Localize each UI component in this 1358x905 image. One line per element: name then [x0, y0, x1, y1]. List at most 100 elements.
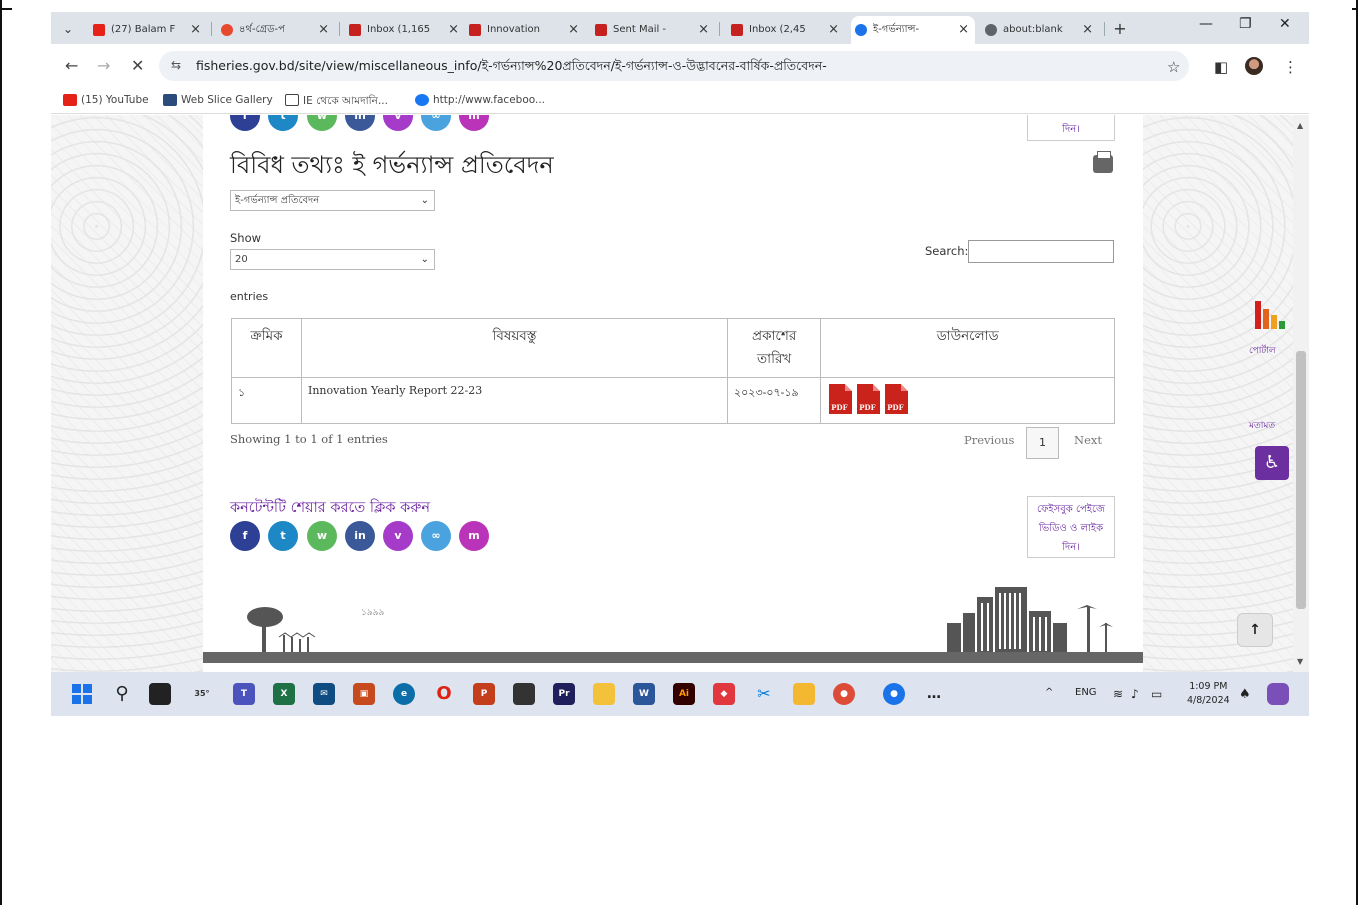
teams-icon[interactable]: T	[233, 683, 255, 705]
page-1-button[interactable]: 1	[1026, 427, 1059, 459]
bookmark-facebook[interactable]: http://www.faceboo...	[415, 94, 545, 106]
column-header-download[interactable]: ডাউনলোড	[820, 318, 1115, 378]
feedback-box[interactable]: ফেইসবুক পেইজে ভিডিও ও লাইক দিন।	[1027, 496, 1115, 558]
tab-egovernance-active[interactable]: ই-গর্ভন্যান্স- ×	[851, 16, 975, 44]
share-messenger-icon[interactable]: m	[459, 115, 489, 131]
close-tab-icon[interactable]: ×	[568, 16, 579, 44]
bookmark-youtube[interactable]: (15) YouTube	[63, 94, 149, 106]
share-facebook-icon[interactable]: f	[230, 115, 260, 131]
edge-icon[interactable]: e	[393, 683, 415, 705]
illustrator-icon[interactable]: Ai	[673, 683, 695, 705]
share-facebook-icon[interactable]: f	[230, 521, 260, 551]
category-select[interactable]: ই-গর্ভন্যান্স প্রতিবেদন ⌄	[230, 190, 435, 211]
tab-sent-mail[interactable]: Sent Mail - ×	[591, 16, 715, 44]
mail-icon[interactable]: ✉	[313, 683, 335, 705]
file-explorer-icon[interactable]	[793, 683, 815, 705]
close-tab-icon[interactable]: ×	[828, 16, 839, 44]
scrollbar-thumb[interactable]	[1296, 351, 1306, 609]
side-panel-icon[interactable]: ◧	[1214, 58, 1228, 76]
scroll-down-arrow-icon[interactable]: ▼	[1297, 657, 1303, 666]
powerpoint-icon[interactable]: P	[473, 683, 495, 705]
minimize-icon[interactable]: —	[1199, 16, 1213, 32]
close-tab-icon[interactable]: ×	[318, 16, 329, 44]
word-icon[interactable]: W	[633, 683, 655, 705]
portal-chart-icon[interactable]	[1255, 301, 1287, 329]
site-info-icon[interactable]: ⇆	[171, 58, 181, 72]
tab-about-blank[interactable]: about:blank ×	[981, 16, 1099, 44]
input-language[interactable]: ENG	[1075, 687, 1097, 698]
snipping-tool-icon[interactable]: ✂	[753, 683, 775, 705]
next-page-button[interactable]: Next	[1074, 433, 1102, 447]
chrome-profile-icon[interactable]: ●	[883, 683, 905, 705]
close-tab-icon[interactable]: ×	[1082, 16, 1093, 44]
search-input[interactable]	[968, 240, 1114, 263]
close-tab-icon[interactable]: ×	[448, 16, 459, 44]
more-apps-icon[interactable]: …	[923, 683, 945, 705]
pdf-download-icon[interactable]	[829, 384, 853, 414]
opera-icon[interactable]: O	[433, 683, 455, 705]
pdf-download-icon[interactable]	[885, 384, 909, 414]
windows-start-icon[interactable]	[71, 683, 93, 705]
entries-per-page-select[interactable]: 20 ⌄	[230, 249, 435, 270]
window-close-icon[interactable]: ✕	[1279, 16, 1291, 32]
photos-icon[interactable]: ▣	[353, 683, 375, 705]
feedback-box-top[interactable]: দিন।	[1027, 115, 1115, 141]
tab-search-chevron-icon[interactable]: ⌄	[57, 18, 79, 40]
print-icon[interactable]	[1093, 151, 1113, 173]
new-tab-plus-icon[interactable]: +	[1109, 18, 1131, 40]
share-linkedin-icon[interactable]: in	[345, 521, 375, 551]
column-header-serial[interactable]: ক্রমিক	[231, 318, 302, 378]
close-tab-icon[interactable]: ×	[958, 16, 969, 44]
chrome-icon[interactable]: ●	[833, 683, 855, 705]
clock[interactable]: 1:09 PM 4/8/2024	[1187, 680, 1230, 708]
menu-dots-icon[interactable]: ⋮	[1283, 58, 1298, 76]
share-twitter-icon[interactable]: t	[268, 521, 298, 551]
portal-link[interactable]: পোর্টাল	[1249, 343, 1276, 358]
task-view-icon[interactable]	[149, 683, 171, 705]
tab-inbox-2[interactable]: Inbox (2,45 ×	[727, 16, 845, 44]
column-header-subject[interactable]: বিষয়বস্তু	[301, 318, 728, 378]
search-icon[interactable]: ⚲	[111, 683, 133, 705]
bookmark-web-slice-gallery[interactable]: Web Slice Gallery	[163, 94, 273, 106]
wifi-icon[interactable]: ≋	[1113, 687, 1123, 701]
power-bi-icon[interactable]	[593, 683, 615, 705]
omnibox[interactable]: ⇆ fisheries.gov.bd/site/view/miscellaneo…	[159, 51, 1189, 81]
weather-widget[interactable]: 35°	[191, 683, 213, 705]
bookmark-ie-folder[interactable]: IE থেকে আমদানি...	[285, 94, 388, 111]
column-header-date[interactable]: প্রকাশের তারিখ	[726, 318, 822, 378]
share-viber-icon[interactable]: v	[383, 521, 413, 551]
share-link-icon[interactable]: ∞	[421, 115, 451, 131]
copilot-icon[interactable]	[1267, 683, 1289, 705]
url-text[interactable]: fisheries.gov.bd/site/view/miscellaneous…	[196, 58, 827, 78]
share-link-icon[interactable]: ∞	[421, 521, 451, 551]
feedback-link[interactable]: মতামত	[1249, 418, 1275, 433]
profile-avatar[interactable]	[1245, 57, 1263, 75]
scroll-to-top-button[interactable]: ↑	[1237, 613, 1273, 647]
scroll-up-arrow-icon[interactable]: ▲	[1297, 121, 1303, 130]
tab-youtube[interactable]: (27) Balam F ×	[89, 16, 207, 44]
accessibility-icon[interactable]: ♿	[1255, 446, 1289, 480]
notification-bell-icon[interactable]: ♠	[1239, 687, 1251, 702]
share-whatsapp-icon[interactable]: w	[307, 115, 337, 131]
volume-icon[interactable]: ♪	[1131, 687, 1139, 701]
share-twitter-icon[interactable]: t	[268, 115, 298, 131]
share-messenger-icon[interactable]: m	[459, 521, 489, 551]
tray-chevron-up-icon[interactable]: ^	[1045, 687, 1053, 698]
share-linkedin-icon[interactable]: in	[345, 115, 375, 131]
restore-icon[interactable]: ❐	[1239, 16, 1252, 32]
excel-icon[interactable]: X	[273, 683, 295, 705]
share-viber-icon[interactable]: v	[383, 115, 413, 131]
premiere-icon[interactable]: Pr	[553, 683, 575, 705]
stop-loading-icon[interactable]: ✕	[131, 56, 144, 75]
close-tab-icon[interactable]: ×	[698, 16, 709, 44]
bookmark-star-icon[interactable]: ☆	[1167, 58, 1180, 76]
page-scrollbar[interactable]: ▲ ▼	[1293, 115, 1309, 672]
pdf-download-icon[interactable]	[857, 384, 881, 414]
tab-inbox-1[interactable]: Inbox (1,165 ×	[345, 16, 465, 44]
battery-icon[interactable]: ▭	[1151, 687, 1162, 701]
sticky-notes-icon[interactable]	[513, 683, 535, 705]
share-whatsapp-icon[interactable]: w	[307, 521, 337, 551]
previous-page-button[interactable]: Previous	[964, 433, 1014, 447]
forward-arrow-icon[interactable]: →	[97, 56, 110, 75]
close-tab-icon[interactable]: ×	[190, 16, 201, 44]
